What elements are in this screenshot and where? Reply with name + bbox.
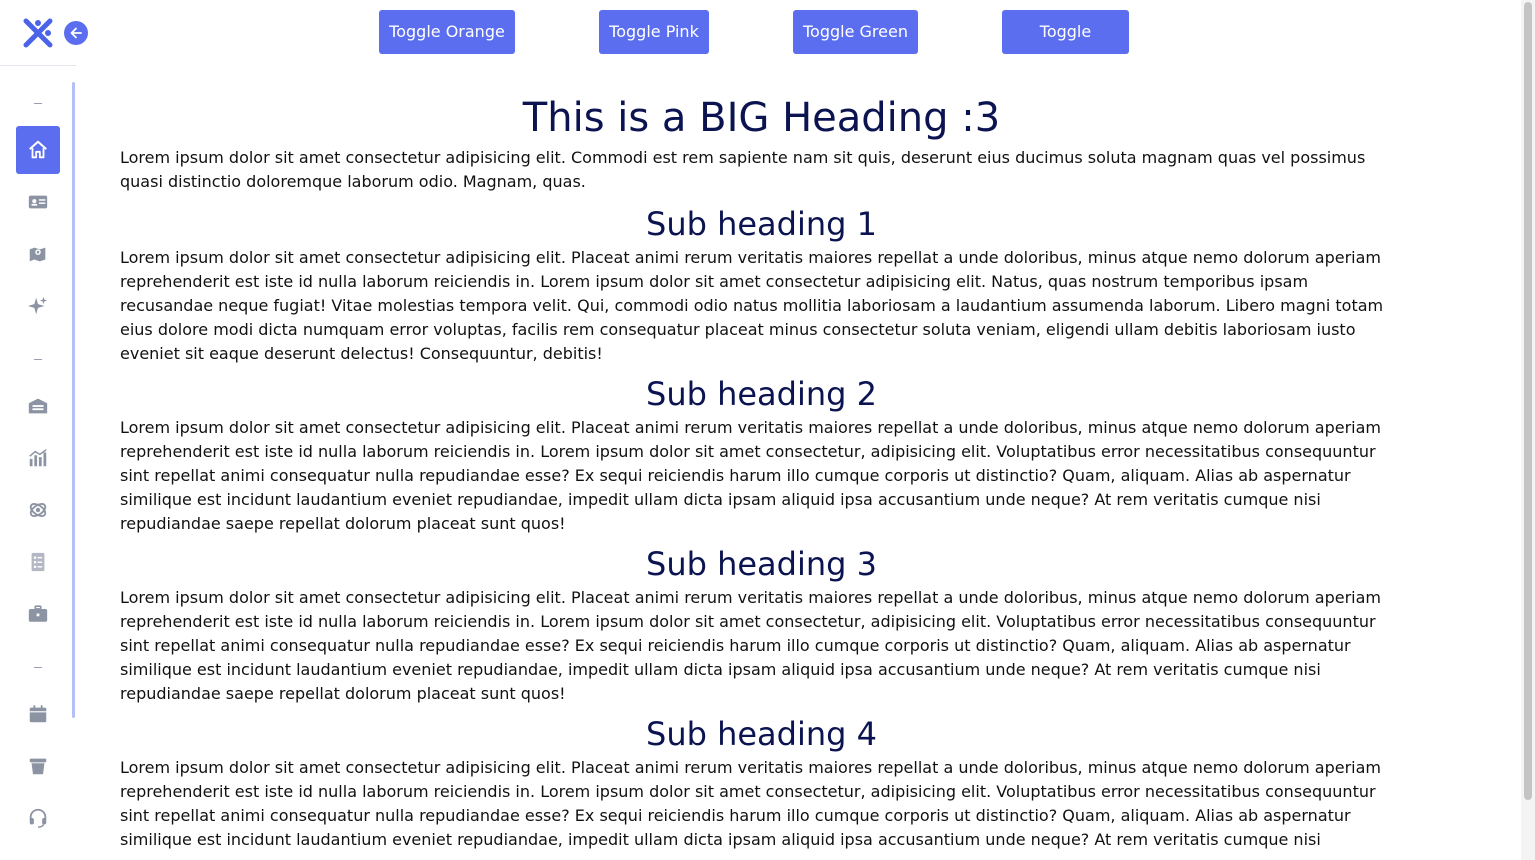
intro-paragraph: Lorem ipsum dolor sit amet consectetur a… xyxy=(120,148,1366,191)
collapse-sidebar-button[interactable] xyxy=(64,21,88,45)
sidebar-scroll-rail xyxy=(72,82,75,718)
headset-icon xyxy=(29,808,47,828)
section-heading: Sub heading 1 xyxy=(646,205,877,243)
section-heading: Sub heading 3 xyxy=(646,545,877,583)
map-pin-icon xyxy=(29,247,46,262)
cup-icon xyxy=(29,758,47,775)
sidebar-item-id-card[interactable] xyxy=(16,180,60,224)
sidebar-header xyxy=(0,0,88,66)
sidebar-item-calendar[interactable] xyxy=(16,692,60,736)
nav-divider xyxy=(34,667,42,668)
section-paragraph: Lorem ipsum dolor sit amet consectetur a… xyxy=(120,758,1381,849)
briefcase-icon xyxy=(28,605,48,622)
toggle-purple-button[interactable]: Toggle Purple xyxy=(1002,10,1129,85)
nav-divider xyxy=(34,103,42,104)
sidebar-item-orbit[interactable] xyxy=(16,488,60,532)
bar-chart-icon xyxy=(29,449,47,467)
sidebar-item-support[interactable] xyxy=(16,796,60,840)
sidebar xyxy=(0,0,88,860)
page-scrollbar-thumb[interactable] xyxy=(1524,2,1532,800)
arrow-left-icon xyxy=(70,27,82,39)
orbit-icon xyxy=(29,503,47,517)
section-paragraph: Lorem ipsum dolor sit amet consectetur a… xyxy=(120,248,1384,363)
sidebar-item-sparkles[interactable] xyxy=(16,284,60,328)
page-title: This is a BIG Heading :3 xyxy=(522,95,1001,141)
nav-divider xyxy=(34,359,42,360)
sidebar-item-warehouse[interactable] xyxy=(16,384,60,428)
sidebar-item-checklist[interactable] xyxy=(16,540,60,584)
puzzle-x-logo-icon[interactable] xyxy=(22,17,54,49)
home-icon xyxy=(29,140,47,159)
sidebar-item-map[interactable] xyxy=(16,232,60,276)
section-paragraph: Lorem ipsum dolor sit amet consectetur a… xyxy=(120,588,1381,703)
calendar-icon xyxy=(29,705,47,723)
toggle-orange-button[interactable]: Toggle Orange xyxy=(379,10,515,54)
sparkles-icon xyxy=(27,296,48,315)
sidebar-item-briefcase[interactable] xyxy=(16,592,60,636)
id-card-icon xyxy=(28,195,48,209)
checklist-icon xyxy=(31,552,45,572)
section-paragraph: Lorem ipsum dolor sit amet consectetur a… xyxy=(120,418,1381,533)
sidebar-item-cup[interactable] xyxy=(16,744,60,788)
section-heading: Sub heading 4 xyxy=(646,715,877,753)
sidebar-item-home[interactable] xyxy=(16,126,60,174)
main-content: This is a BIG Heading :3 Lorem ipsum dol… xyxy=(120,90,1403,852)
warehouse-icon xyxy=(28,398,48,414)
sidebar-item-analytics[interactable] xyxy=(16,436,60,480)
toggle-pink-button[interactable]: Toggle Pink xyxy=(599,10,709,54)
toggle-green-button[interactable]: Toggle Green xyxy=(793,10,918,54)
section-heading: Sub heading 2 xyxy=(646,375,877,413)
